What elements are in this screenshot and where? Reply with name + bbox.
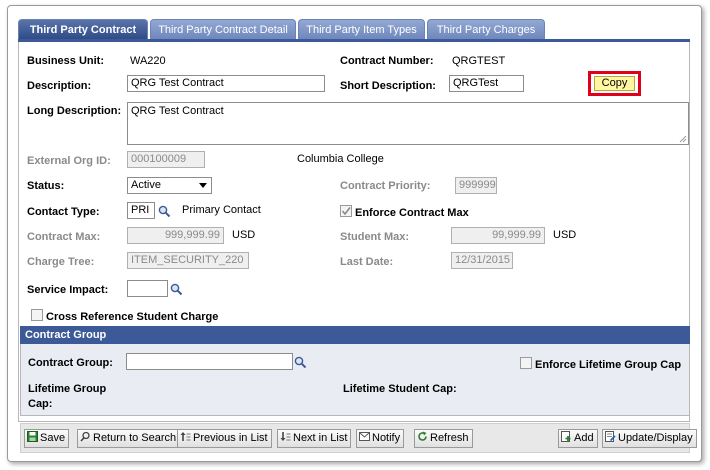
contract-priority-input: 999999 bbox=[455, 177, 497, 194]
notify-label: Notify bbox=[372, 432, 401, 444]
status-label: Status: bbox=[27, 180, 65, 192]
notify-icon bbox=[359, 432, 370, 441]
external-org-input: 000100009 bbox=[127, 151, 205, 168]
enforce-contract-max-label: Enforce Contract Max bbox=[355, 207, 469, 219]
update-display-icon bbox=[605, 431, 616, 442]
status-select-value: Active bbox=[131, 179, 161, 191]
save-button[interactable]: Save bbox=[24, 429, 70, 448]
refresh-icon bbox=[418, 431, 427, 441]
service-impact-lookup-icon[interactable] bbox=[170, 283, 183, 296]
save-icon bbox=[27, 431, 38, 442]
contract-group-input[interactable] bbox=[126, 353, 293, 370]
status-select[interactable]: Active bbox=[127, 177, 212, 194]
next-in-list-button[interactable]: Next in List bbox=[277, 429, 352, 448]
previous-in-list-label: Previous in List bbox=[193, 432, 268, 444]
previous-in-list-button[interactable]: Previous in List bbox=[177, 429, 272, 448]
tab-third-party-item-types[interactable]: Third Party Item Types bbox=[298, 19, 425, 39]
refresh-button[interactable]: Refresh bbox=[414, 429, 473, 448]
search-icon bbox=[80, 431, 90, 442]
lifetime-group-cap-label-line2: Cap: bbox=[28, 398, 53, 410]
tab-third-party-charges[interactable]: Third Party Charges bbox=[427, 19, 545, 39]
notify-button[interactable]: Notify bbox=[356, 429, 405, 448]
external-org-name: Columbia College bbox=[297, 153, 384, 165]
contact-type-lookup-icon[interactable] bbox=[158, 205, 171, 218]
contract-group-label: Contract Group: bbox=[28, 357, 113, 369]
contract-max-currency: USD bbox=[232, 229, 256, 241]
contract-group-header: Contract Group bbox=[20, 326, 690, 344]
lifetime-group-cap-label-line1: Lifetime Group bbox=[28, 383, 107, 395]
last-date-input: 12/31/2015 bbox=[451, 252, 513, 269]
return-to-search-label: Return to Search bbox=[93, 432, 177, 444]
business-unit-value: WA220 bbox=[130, 55, 166, 67]
add-label: Add bbox=[574, 432, 594, 444]
save-button-label: Save bbox=[40, 432, 66, 444]
contract-number-value: QRGTEST bbox=[452, 55, 506, 67]
return-to-search-button[interactable]: Return to Search bbox=[77, 429, 181, 448]
student-max-currency: USD bbox=[553, 229, 577, 241]
description-label: Description: bbox=[27, 80, 92, 92]
contract-group-body bbox=[20, 344, 690, 416]
next-in-list-label: Next in List bbox=[293, 432, 348, 444]
add-button[interactable]: Add bbox=[558, 429, 598, 448]
toolbar: Save Return to Search Previous in List N… bbox=[20, 423, 697, 453]
arrow-down-list-icon bbox=[280, 432, 291, 441]
last-date-label: Last Date: bbox=[340, 256, 394, 268]
enforce-contract-max-checkbox[interactable] bbox=[340, 205, 352, 217]
contact-type-input[interactable]: PRI bbox=[127, 202, 155, 219]
cross-reference-checkbox[interactable] bbox=[31, 309, 43, 321]
update-display-label: Update/Display bbox=[618, 432, 693, 444]
add-icon bbox=[561, 431, 571, 442]
contract-priority-label: Contract Priority: bbox=[340, 180, 431, 192]
cross-reference-label: Cross Reference Student Charge bbox=[46, 311, 219, 323]
copy-button[interactable]: Copy bbox=[594, 76, 635, 91]
checkmark-icon bbox=[341, 207, 351, 216]
long-description-textarea[interactable]: QRG Test Contract bbox=[127, 102, 689, 145]
contact-type-label: Contact Type: bbox=[27, 206, 100, 218]
resize-grip-icon[interactable] bbox=[679, 135, 687, 143]
short-description-input[interactable]: QRGTest bbox=[449, 75, 524, 92]
arrow-up-list-icon bbox=[180, 432, 191, 441]
contact-type-description: Primary Contact bbox=[182, 204, 261, 216]
charge-tree-input: ITEM_SECURITY_220 bbox=[127, 252, 249, 269]
update-display-button[interactable]: Update/Display bbox=[602, 429, 697, 448]
contract-max-label: Contract Max: bbox=[27, 231, 101, 243]
student-max-input: 99,999.99 bbox=[451, 227, 545, 244]
lifetime-student-cap-label: Lifetime Student Cap: bbox=[343, 383, 457, 395]
enforce-lifetime-cap-label: Enforce Lifetime Group Cap bbox=[535, 359, 682, 371]
short-description-label: Short Description: bbox=[340, 80, 436, 92]
refresh-label: Refresh bbox=[430, 432, 469, 444]
service-impact-label: Service Impact: bbox=[27, 284, 109, 296]
student-max-label: Student Max: bbox=[340, 231, 410, 243]
business-unit-label: Business Unit: bbox=[27, 55, 105, 67]
chevron-down-icon bbox=[199, 183, 207, 188]
description-input[interactable]: QRG Test Contract bbox=[127, 75, 325, 92]
contract-number-label: Contract Number: bbox=[340, 55, 434, 67]
contract-group-lookup-icon[interactable] bbox=[294, 356, 307, 369]
tab-third-party-contract-detail[interactable]: Third Party Contract Detail bbox=[150, 19, 296, 39]
tab-third-party-contract[interactable]: Third Party Contract bbox=[18, 19, 148, 40]
long-description-label: Long Description: bbox=[27, 105, 122, 117]
enforce-lifetime-cap-checkbox[interactable] bbox=[520, 357, 532, 369]
contract-max-input: 999,999.99 bbox=[127, 227, 224, 244]
service-impact-input[interactable] bbox=[127, 280, 168, 297]
external-org-label: External Org ID: bbox=[27, 155, 111, 167]
long-description-text: QRG Test Contract bbox=[131, 105, 224, 117]
charge-tree-label: Charge Tree: bbox=[27, 256, 95, 268]
